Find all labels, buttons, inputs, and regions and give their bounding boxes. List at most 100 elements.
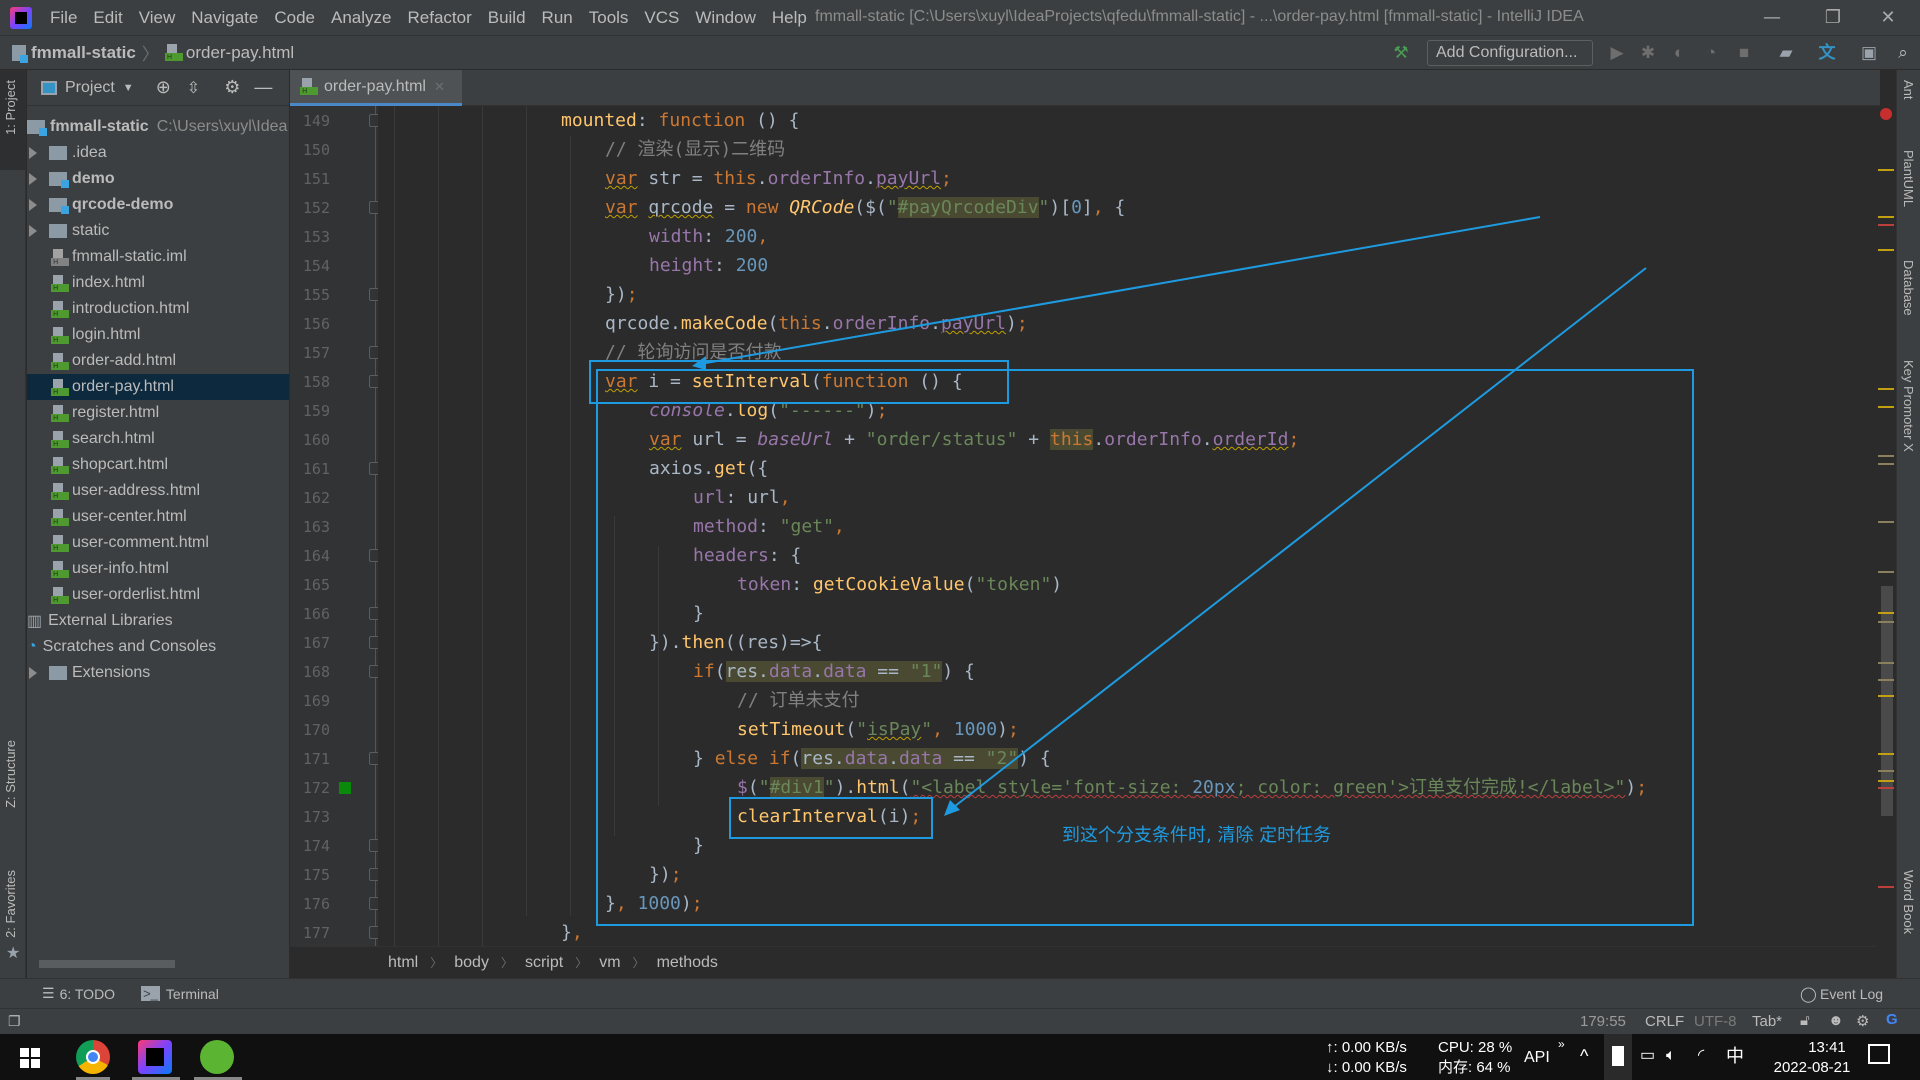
- stop-icon[interactable]: ■: [1733, 43, 1755, 63]
- tree-item-search-html[interactable]: search.html: [27, 426, 289, 452]
- stripe-mark[interactable]: [1878, 169, 1894, 172]
- error-indicator-icon[interactable]: [1880, 108, 1892, 120]
- build-hammer-icon[interactable]: ⚒: [1390, 43, 1412, 63]
- search-everywhere-icon[interactable]: ⌕: [1892, 43, 1914, 63]
- gear-icon[interactable]: ⚙: [224, 77, 240, 98]
- tree-item-scratches[interactable]: ◔ Scratches and Consoles: [27, 634, 289, 660]
- breadcrumb-methods[interactable]: methods: [657, 954, 718, 972]
- close-tab-icon[interactable]: ✕: [434, 79, 445, 95]
- menu-refactor[interactable]: Refactor: [399, 8, 479, 28]
- profile-icon[interactable]: ◔: [1700, 43, 1722, 63]
- expand-arrow-icon[interactable]: [29, 147, 39, 159]
- expand-arrow-icon[interactable]: [29, 225, 39, 237]
- project-view-dropdown[interactable]: Project: [65, 79, 115, 97]
- debug-icon[interactable]: ✱: [1637, 43, 1659, 63]
- tool-tab-database[interactable]: Database: [1901, 260, 1916, 316]
- menu-build[interactable]: Build: [480, 8, 534, 28]
- project-structure-icon[interactable]: ▰: [1775, 43, 1797, 63]
- stripe-mark[interactable]: [1878, 779, 1894, 782]
- nav-file[interactable]: order-pay.html: [186, 43, 294, 63]
- coverage-icon[interactable]: ◐: [1668, 43, 1690, 63]
- tree-item-user-orderlist-html[interactable]: user-orderlist.html: [27, 582, 289, 608]
- menu-code[interactable]: Code: [266, 8, 323, 28]
- expand-arrow-icon[interactable]: [29, 173, 39, 185]
- chevron-down-icon[interactable]: ▼: [123, 82, 134, 94]
- tree-item-user-center-html[interactable]: user-center.html: [27, 504, 289, 530]
- restore-button[interactable]: ❐: [1813, 4, 1853, 32]
- menu-run[interactable]: Run: [534, 8, 581, 28]
- terminal-tool-button[interactable]: Terminal: [166, 986, 219, 1002]
- tree-item-shopcart-html[interactable]: shopcart.html: [27, 452, 289, 478]
- tree-item-external-libraries[interactable]: ▥ External Libraries: [27, 608, 289, 634]
- show-hidden-icons[interactable]: ^: [1580, 1046, 1588, 1066]
- google-icon[interactable]: G: [1886, 1011, 1898, 1028]
- tree-item-user-info-html[interactable]: user-info.html: [27, 556, 289, 582]
- stripe-mark[interactable]: [1878, 612, 1894, 615]
- error-stripe[interactable]: [1876, 106, 1896, 946]
- stripe-mark[interactable]: [1878, 678, 1894, 681]
- locate-target-icon[interactable]: ⊕: [156, 77, 171, 98]
- menu-edit[interactable]: Edit: [85, 8, 130, 28]
- intellij-taskbar-icon[interactable]: [138, 1040, 172, 1074]
- tree-item-order-add-html[interactable]: order-add.html: [27, 348, 289, 374]
- stripe-mark[interactable]: [1878, 786, 1894, 789]
- tree-item-introduction-html[interactable]: introduction.html: [27, 296, 289, 322]
- menu-file[interactable]: File: [42, 8, 85, 28]
- stripe-mark[interactable]: [1878, 215, 1894, 218]
- stripe-mark[interactable]: [1878, 521, 1894, 523]
- stripe-mark[interactable]: [1878, 462, 1894, 465]
- code-editor[interactable]: mounted: function () { // 渲染(显示)二维码 var …: [378, 106, 1876, 946]
- tab-order-pay[interactable]: order-pay.html ✕: [290, 70, 462, 106]
- tree-root[interactable]: fmmall-static C:\Users\xuyl\Idea: [27, 114, 289, 140]
- volume-icon[interactable]: 🔈︎: [1666, 1046, 1676, 1066]
- tool-tab-structure[interactable]: Z: Structure: [3, 740, 18, 808]
- tree-item-index-html[interactable]: index.html: [27, 270, 289, 296]
- windows-start-icon[interactable]: [20, 1048, 40, 1068]
- lock-icon[interactable]: 🔓︎: [1800, 1012, 1810, 1029]
- tree-item-user-comment-html[interactable]: user-comment.html: [27, 530, 289, 556]
- tree-item-user-address-html[interactable]: user-address.html: [27, 478, 289, 504]
- close-button[interactable]: ✕: [1868, 4, 1908, 32]
- caret-position[interactable]: 179:55: [1580, 1013, 1626, 1030]
- translate-icon[interactable]: 文: [1816, 43, 1838, 63]
- line-separator[interactable]: CRLF: [1645, 1013, 1684, 1030]
- todo-tool-button[interactable]: 6: TODO: [60, 986, 116, 1002]
- menu-help[interactable]: Help: [764, 8, 815, 28]
- tool-tab-plantuml[interactable]: PlantUML: [1901, 150, 1916, 207]
- inspector-icon[interactable]: ☻: [1828, 1012, 1844, 1029]
- add-configuration-button[interactable]: Add Configuration...: [1427, 40, 1593, 66]
- event-log-button[interactable]: Event Log: [1820, 986, 1883, 1002]
- stripe-mark[interactable]: [1878, 454, 1894, 457]
- toggle-tool-windows-icon[interactable]: ❐: [8, 1013, 21, 1030]
- horizontal-scrollbar[interactable]: [39, 960, 175, 968]
- color-preview-icon[interactable]: [339, 782, 351, 794]
- stripe-mark[interactable]: [1878, 570, 1894, 573]
- expand-arrow-icon[interactable]: [29, 199, 39, 211]
- tree-item-fmmall-static-iml[interactable]: fmmall-static.iml: [27, 244, 289, 270]
- tree-item-order-pay-html[interactable]: order-pay.html: [27, 374, 289, 400]
- tool-tab-project[interactable]: 1: Project: [3, 80, 18, 135]
- stripe-mark[interactable]: [1878, 770, 1894, 772]
- wifi-icon[interactable]: ◜: [1698, 1046, 1704, 1066]
- settings-gears-icon[interactable]: ⚙: [1856, 1012, 1869, 1030]
- stripe-mark[interactable]: [1878, 223, 1894, 226]
- active-tray-app-icon[interactable]: [1604, 1034, 1632, 1080]
- breadcrumb-body[interactable]: body: [454, 954, 489, 972]
- breadcrumb-script[interactable]: script: [525, 954, 563, 972]
- tool-tab-favorites[interactable]: 2: Favorites: [3, 870, 18, 938]
- tree-item-login-html[interactable]: login.html: [27, 322, 289, 348]
- expand-arrow-icon[interactable]: [29, 667, 39, 679]
- tool-tab-ant[interactable]: Ant: [1901, 80, 1916, 100]
- stripe-mark[interactable]: [1878, 662, 1894, 665]
- breadcrumb-vm[interactable]: vm: [599, 954, 620, 972]
- indent-setting[interactable]: Tab*: [1752, 1013, 1782, 1030]
- stripe-mark[interactable]: [1878, 388, 1894, 391]
- expand-chevron-icon[interactable]: »: [1558, 1034, 1565, 1054]
- terminal-window-icon[interactable]: ▣: [1858, 43, 1880, 63]
- nav-project[interactable]: fmmall-static: [31, 43, 136, 63]
- menu-window[interactable]: Window: [687, 8, 763, 28]
- collapse-all-icon[interactable]: ⇳: [187, 78, 200, 98]
- menu-vcs[interactable]: VCS: [636, 8, 687, 28]
- stripe-mark[interactable]: [1878, 753, 1894, 756]
- battery-icon[interactable]: ▭: [1640, 1046, 1655, 1066]
